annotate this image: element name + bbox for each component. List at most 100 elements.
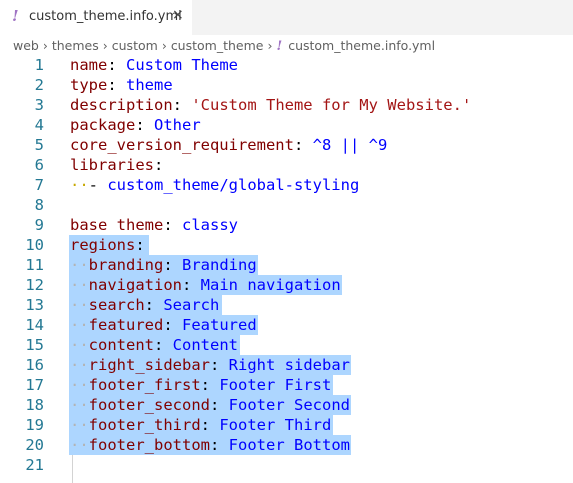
code-text: ··search: Search: [70, 296, 220, 314]
code-text: ··navigation: Main navigation: [70, 276, 341, 294]
code-line[interactable]: 5 core_version_requirement: ^8 || ^9: [0, 135, 573, 155]
line-number: 17: [25, 376, 44, 394]
yaml-key: footer_second: [88, 396, 210, 414]
yaml-value: Branding: [182, 256, 257, 274]
indent-whitespace-marker: ··: [70, 396, 89, 414]
yaml-value: Footer First: [219, 376, 332, 394]
code-text: ··footer_second: Footer Second: [70, 396, 350, 414]
code-line[interactable]: 17 ··footer_first: Footer First: [0, 375, 573, 395]
tab-bar: ! custom_theme.info.yml ×: [0, 0, 573, 35]
indent-whitespace-marker: ··: [70, 176, 89, 194]
indent-whitespace-marker: ··: [70, 416, 89, 434]
yaml-key: branding: [88, 256, 164, 274]
code-text: package: Other: [70, 116, 201, 134]
breadcrumb-file-label: custom_theme.info.yml: [288, 38, 436, 53]
code-line[interactable]: 18 ··footer_second: Footer Second: [0, 395, 573, 415]
line-number: 13: [25, 296, 44, 314]
line-number: 16: [25, 356, 44, 374]
code-text: libraries:: [70, 156, 164, 174]
code-text: core_version_requirement: ^8 || ^9: [70, 136, 388, 154]
code-text: ··content: Content: [70, 336, 238, 354]
code-line[interactable]: 6 libraries:: [0, 155, 573, 175]
code-text: type: theme: [70, 76, 173, 94]
code-line[interactable]: 21: [0, 455, 573, 475]
line-number: 8: [34, 196, 44, 214]
line-number: 19: [25, 416, 44, 434]
indent-whitespace-marker: ··: [70, 376, 89, 394]
code-line[interactable]: 15 ··content: Content: [0, 335, 573, 355]
line-number: 3: [34, 96, 44, 114]
tab-label: custom_theme.info.yml: [29, 9, 182, 24]
yaml-value: Search: [163, 296, 220, 314]
line-number: 20: [25, 436, 44, 454]
line-number: 1: [34, 56, 44, 74]
yaml-key: footer_third: [88, 416, 201, 434]
yaml-key: base theme: [70, 216, 164, 234]
code-text: ··branding: Branding: [70, 256, 257, 274]
yaml-key: type: [70, 76, 108, 94]
code-text: name: Custom Theme: [70, 56, 238, 74]
line-number: 15: [25, 336, 44, 354]
yaml-key: regions: [70, 236, 136, 254]
code-text: base theme: classy: [70, 216, 238, 234]
code-text: ··right_sidebar: Right sidebar: [70, 356, 350, 374]
yaml-key: featured: [88, 316, 164, 334]
code-text: ··footer_bottom: Footer Bottom: [70, 436, 350, 454]
code-line[interactable]: 12 ··navigation: Main navigation: [0, 275, 573, 295]
code-line[interactable]: 1 name: Custom Theme: [0, 55, 573, 75]
yaml-file-icon: !: [12, 7, 19, 25]
yaml-value: Right sidebar: [228, 356, 350, 374]
indent-whitespace-marker: ··: [70, 436, 89, 454]
yaml-key: footer_first: [88, 376, 201, 394]
yaml-file-icon: !: [276, 39, 283, 54]
tab-custom-theme-info-yml[interactable]: ! custom_theme.info.yml ×: [0, 0, 193, 35]
yaml-key: right_sidebar: [88, 356, 210, 374]
code-text: ··featured: Featured: [70, 316, 257, 334]
code-line[interactable]: 2 type: theme: [0, 75, 573, 95]
line-number: 10: [25, 236, 44, 254]
code-line[interactable]: 14 ··featured: Featured: [0, 315, 573, 335]
code-text: regions:: [70, 236, 145, 254]
yaml-value: theme: [126, 76, 173, 94]
yaml-value: Footer Bottom: [228, 436, 350, 454]
indent-whitespace-marker: ··: [70, 296, 89, 314]
code-text: ··- custom_theme/global-styling: [70, 176, 360, 194]
line-number: 5: [34, 136, 44, 154]
code-line[interactable]: 7 ··- custom_theme/global-styling: [0, 175, 573, 195]
code-line[interactable]: 4 package: Other: [0, 115, 573, 135]
yaml-value: Content: [172, 336, 238, 354]
yaml-value: Other: [154, 116, 201, 134]
yaml-value: classy: [182, 216, 238, 234]
code-line[interactable]: 20 ··footer_bottom: Footer Bottom: [0, 435, 573, 455]
yaml-value: custom_theme/global-styling: [107, 176, 360, 194]
line-number: 4: [34, 116, 44, 134]
yaml-key: search: [88, 296, 145, 314]
line-number: 7: [34, 176, 44, 194]
indent-whitespace-marker: ··: [70, 336, 89, 354]
line-number: 18: [25, 396, 44, 414]
code-line[interactable]: 16 ··right_sidebar: Right sidebar: [0, 355, 573, 375]
code-line[interactable]: 3 description: 'Custom Theme for My Webs…: [0, 95, 573, 115]
indent-whitespace-marker: ··: [70, 256, 89, 274]
code-line[interactable]: 19 ··footer_third: Footer Third: [0, 415, 573, 435]
code-line[interactable]: 8: [0, 195, 573, 215]
yaml-value: Custom Theme: [126, 56, 238, 74]
code-line[interactable]: 9 base theme: classy: [0, 215, 573, 235]
yaml-value: Footer Second: [228, 396, 350, 414]
code-text: description: 'Custom Theme for My Websit…: [70, 96, 472, 114]
line-number: 6: [34, 156, 44, 174]
code-text: ··footer_first: Footer First: [70, 376, 332, 394]
code-line[interactable]: 11 ··branding: Branding: [0, 255, 573, 275]
line-number: 11: [25, 256, 44, 274]
code-line[interactable]: 10 regions:: [0, 235, 573, 255]
yaml-key: core_version_requirement: [70, 136, 294, 154]
code-editor[interactable]: 1 name: Custom Theme 2 type: theme 3 des…: [0, 53, 573, 483]
code-text: ··footer_third: Footer Third: [70, 416, 332, 434]
yaml-value: Featured: [182, 316, 257, 334]
yaml-key: description: [70, 96, 173, 114]
code-line[interactable]: 13 ··search: Search: [0, 295, 573, 315]
yaml-value: Footer Third: [219, 416, 332, 434]
yaml-key: name: [70, 56, 108, 74]
yaml-key: package: [70, 116, 136, 134]
close-icon[interactable]: ×: [172, 7, 184, 23]
